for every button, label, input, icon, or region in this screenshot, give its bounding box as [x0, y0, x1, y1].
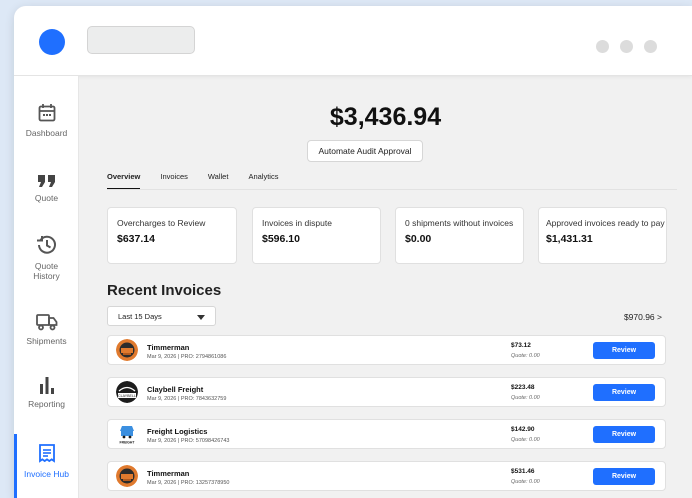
svg-text:CLAYBELL: CLAYBELL: [118, 394, 136, 398]
review-button[interactable]: Review: [593, 426, 655, 443]
sidebar-item-shipments[interactable]: Shipments: [14, 313, 79, 346]
summary-card[interactable]: Invoices in dispute $596.10: [252, 207, 381, 264]
invoice-row[interactable]: Timmerman Mar 9, 2026 | PRO: 2794861086 …: [107, 335, 666, 365]
section-title: Recent Invoices: [107, 282, 222, 299]
card-value: $596.10: [262, 233, 300, 245]
app-logo: [39, 29, 65, 55]
invoice-quote: Quote: 0.00: [511, 353, 540, 359]
claybell-logo-icon: CLAYBELL: [116, 381, 138, 403]
review-button[interactable]: Review: [593, 468, 655, 485]
sidebar-item-label: Dashboard: [25, 128, 68, 138]
card-label: 0 shipments without invoices: [405, 218, 514, 228]
address-bar[interactable]: [87, 26, 195, 54]
bar-chart-icon: [39, 377, 54, 394]
invoice-amount: $223.48: [511, 384, 535, 391]
sidebar-item-dashboard[interactable]: Dashboard: [14, 103, 79, 138]
freight-logistics-logo-icon: FREIGHT: [116, 423, 138, 445]
window-control-dot[interactable]: [620, 40, 633, 53]
calendar-icon: [38, 104, 55, 122]
card-label: Approved invoices ready to pay: [546, 218, 665, 228]
carrier-name: Claybell Freight: [147, 385, 204, 394]
invoice-meta: Mar 9, 2026 | PRO: 13257378950: [147, 480, 230, 486]
sidebar-item-invoice-hub[interactable]: Invoice Hub: [14, 444, 79, 479]
card-value: $0.00: [405, 233, 432, 245]
timmerman-logo-icon: [116, 339, 138, 361]
tab-divider: [107, 189, 677, 190]
sidebar: Dashboard Quote Quote History Shipments …: [14, 76, 79, 498]
app-window: Dashboard Quote Quote History Shipments …: [14, 6, 692, 498]
window-control-dot[interactable]: [596, 40, 609, 53]
total-amount: $3,436.94: [329, 103, 442, 131]
invoice-row[interactable]: CLAYBELL Claybell Freight Mar 9, 2026 | …: [107, 377, 666, 407]
invoice-row[interactable]: FREIGHT Freight Logistics Mar 9, 2026 | …: [107, 419, 666, 449]
review-button[interactable]: Review: [593, 342, 655, 359]
carrier-name: Timmerman: [147, 469, 190, 478]
sidebar-item-label: Quote: [34, 193, 59, 203]
review-button[interactable]: Review: [593, 384, 655, 401]
summary-link[interactable]: $970.96 >: [624, 312, 662, 322]
summary-card[interactable]: Overcharges to Review $637.14: [107, 207, 237, 264]
sidebar-item-quote-history[interactable]: Quote History: [14, 234, 79, 281]
tab-bar: Overview Invoices Wallet Analytics: [107, 172, 298, 190]
sidebar-item-label: Shipments: [26, 336, 67, 346]
sidebar-item-label: Quote History: [33, 261, 60, 281]
top-bar: [14, 6, 692, 76]
sidebar-item-label: Reporting: [28, 399, 65, 409]
invoice-meta: Mar 9, 2026 | PRO: 57098426743: [147, 438, 230, 444]
invoice-amount: $142.90: [511, 426, 535, 433]
tab-wallet[interactable]: Wallet: [208, 172, 229, 190]
truck-icon: [35, 314, 57, 331]
invoice-amount: $73.12: [511, 342, 531, 349]
receipt-icon: [38, 444, 55, 463]
card-label: Invoices in dispute: [262, 218, 332, 228]
history-icon: [36, 235, 56, 254]
carrier-name: Timmerman: [147, 343, 190, 352]
quote-icon: [37, 175, 55, 187]
invoice-quote: Quote: 0.00: [511, 479, 540, 485]
summary-card[interactable]: Approved invoices ready to pay $1,431.31: [538, 207, 667, 264]
card-label: Overcharges to Review: [117, 218, 206, 228]
date-range-value: Last 15 Days: [118, 311, 162, 321]
card-value: $637.14: [117, 233, 155, 245]
sidebar-item-quote[interactable]: Quote: [14, 174, 79, 203]
chevron-down-icon: [197, 315, 205, 320]
tab-analytics[interactable]: Analytics: [248, 172, 278, 190]
invoice-quote: Quote: 0.00: [511, 395, 540, 401]
svg-text:FREIGHT: FREIGHT: [120, 441, 136, 445]
carrier-name: Freight Logistics: [147, 427, 208, 436]
tab-overview[interactable]: Overview: [107, 172, 141, 190]
card-value: $1,431.31: [546, 233, 593, 245]
sidebar-item-label: Invoice Hub: [24, 469, 69, 479]
invoice-meta: Mar 9, 2026 | PRO: 2794861086: [147, 354, 227, 360]
tab-invoices[interactable]: Invoices: [160, 172, 188, 190]
date-range-select[interactable]: Last 15 Days: [107, 306, 216, 326]
invoice-amount: $531.46: [511, 468, 535, 475]
invoice-row[interactable]: Timmerman Mar 9, 2026 | PRO: 13257378950…: [107, 461, 666, 491]
invoice-meta: Mar 9, 2026 | PRO: 7843632759: [147, 396, 227, 402]
summary-card[interactable]: 0 shipments without invoices $0.00: [395, 207, 524, 264]
timmerman-logo-icon: [116, 465, 138, 487]
automate-audit-button[interactable]: Automate Audit Approval: [307, 140, 423, 162]
invoice-quote: Quote: 0.00: [511, 437, 540, 443]
sidebar-item-reporting[interactable]: Reporting: [14, 376, 79, 409]
window-control-dot[interactable]: [644, 40, 657, 53]
main-content: $3,436.94 Automate Audit Approval Overvi…: [79, 76, 692, 498]
